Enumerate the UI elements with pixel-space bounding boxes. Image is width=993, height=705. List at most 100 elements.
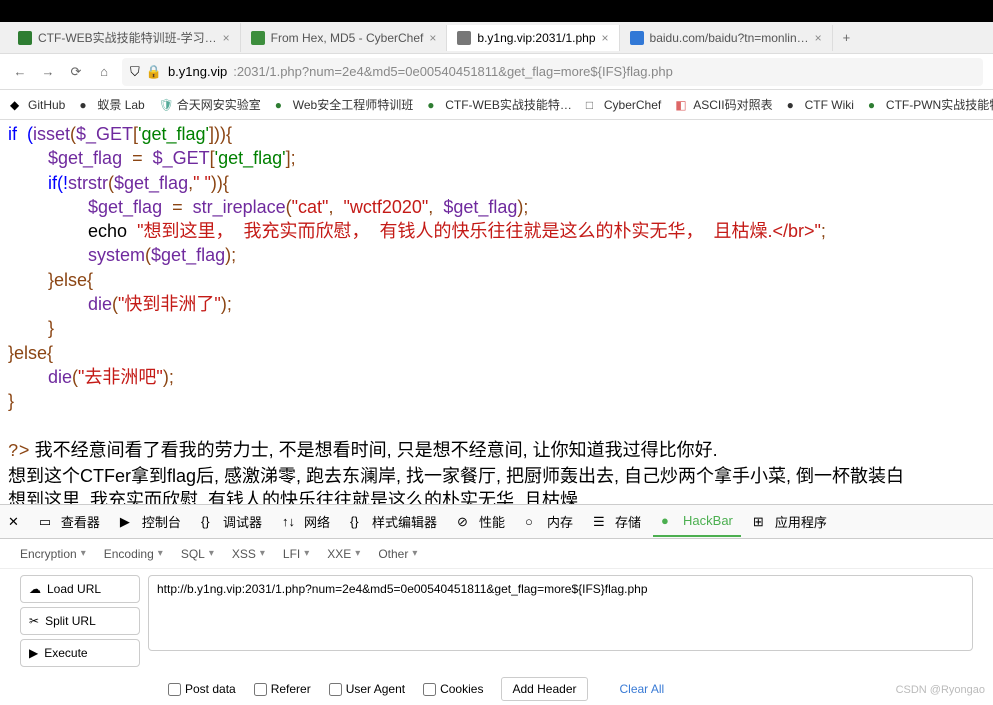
hackbar-menu-lfi[interactable]: LFI (283, 547, 309, 561)
bookmark-icon: ● (787, 98, 801, 112)
bookmark-icon: ◆ (10, 98, 24, 112)
hackbar-check-cookies[interactable]: Cookies (423, 682, 483, 696)
hackbar-menu-xxe[interactable]: XXE (327, 547, 360, 561)
bookmark-icon: ◧ (675, 98, 689, 112)
url-bar[interactable]: ⛉ 🔒 b.y1ng.vip:2031/1.php?num=2e4&md5=0e… (122, 58, 983, 86)
bookmark-label: CTF-PWN实战技能特… (886, 96, 993, 113)
devtools-tab[interactable]: ↑↓ 网络 (274, 506, 338, 537)
devtools-tab-icon: ⊞ (753, 514, 769, 530)
bookmark-label: CyberChef (604, 98, 661, 112)
devtools-tab-icon: ● (661, 513, 677, 529)
hackbar-check-user-agent[interactable]: User Agent (329, 682, 405, 696)
execute-button[interactable]: ▶Execute (20, 639, 140, 667)
bookmark-icon: ● (79, 98, 93, 112)
devtools-tab[interactable]: {} 样式编辑器 (342, 506, 445, 537)
bookmark-item[interactable]: ●CTF Wiki (787, 98, 854, 112)
source-code: if (isset($_GET['get_flag'])){ $get_flag… (8, 122, 985, 438)
devtools-tab-label: 网络 (304, 512, 330, 531)
devtools-tab-icon: {} (201, 514, 217, 530)
bookmark-icon: 🛡 (159, 98, 173, 112)
tab-favicon-icon (18, 31, 32, 45)
new-tab-button[interactable]: + (833, 30, 861, 45)
lock-icon: 🔒 (146, 64, 162, 80)
devtools-tabs: ✕ ▭查看器 ▶ 控制台 {}调试器 ↑↓ 网络 {} 样式编辑器 ⊘性能○内存☰存储 ● HackB… (0, 505, 993, 539)
forward-button[interactable]: → (38, 62, 58, 82)
tab-close-icon[interactable]: × (602, 31, 609, 45)
play-icon: ▶ (29, 646, 38, 660)
checkbox-label: User Agent (346, 682, 405, 696)
bookmark-item[interactable]: ● CTF-WEB实战技能特… (427, 96, 572, 113)
browser-tab[interactable]: CTF-WEB实战技能特训班-学习… × (8, 23, 241, 52)
devtools-tab-icon: {} (350, 514, 366, 530)
bookmark-label: Web安全工程师特训班 (293, 96, 413, 113)
checkbox[interactable] (254, 683, 267, 696)
reload-button[interactable]: ⟳ (66, 62, 86, 82)
devtools-tab[interactable]: {}调试器 (193, 506, 270, 537)
bookmark-item[interactable]: ●Web安全工程师特训班 (275, 96, 413, 113)
shield-icon: ⛉ (130, 64, 140, 80)
tab-favicon-icon (457, 31, 471, 45)
tab-favicon-icon (630, 31, 644, 45)
hackbar-menu-other[interactable]: Other (378, 547, 417, 561)
page-content: if (isset($_GET['get_flag'])){ $get_flag… (0, 120, 993, 539)
bookmark-item[interactable]: ◧ASCII码对照表 (675, 96, 772, 113)
devtools-tab-label: HackBar (683, 513, 733, 528)
hackbar-menu-sql[interactable]: SQL (181, 547, 214, 561)
tab-close-icon[interactable]: × (815, 31, 822, 45)
devtools-tab[interactable]: ● HackBar (653, 507, 741, 537)
devtools-close-icon[interactable]: ✕ (8, 514, 19, 530)
devtools-tab[interactable]: ▭查看器 (31, 506, 108, 537)
bookmarks-bar: ◆GitHub●蚁景 Lab🛡合天网安实验室●Web安全工程师特训班●CTF-W… (0, 90, 993, 120)
devtools-tab-label: 控制台 (142, 512, 181, 531)
bookmark-item[interactable]: 🛡 合天网安实验室 (159, 96, 261, 113)
split-url-button[interactable]: ✂Split URL (20, 607, 140, 635)
tab-label: CTF-WEB实战技能特训班-学习… (38, 29, 217, 46)
browser-tab[interactable]: b.y1ng.vip:2031/1.php × (447, 25, 619, 51)
browser-tab[interactable]: baidu.com/baidu?tn=monlin…× (620, 25, 833, 51)
devtools-tab[interactable]: ☰存储 (585, 506, 649, 537)
hackbar-check-post-data[interactable]: Post data (168, 682, 236, 696)
devtools-tab[interactable]: ○内存 (517, 506, 581, 537)
bookmark-label: CTF-WEB实战技能特… (445, 96, 572, 113)
hackbar-menu-xss[interactable]: XSS (232, 547, 265, 561)
devtools-tab[interactable]: ▶ 控制台 (112, 506, 189, 537)
tab-favicon-icon (251, 31, 265, 45)
bookmark-icon: ● (427, 98, 441, 112)
checkbox[interactable] (329, 683, 342, 696)
checkbox[interactable] (168, 683, 181, 696)
devtools-tab[interactable]: ⊞ 应用程序 (745, 506, 835, 537)
load-url-button[interactable]: ☁Load URL (20, 575, 140, 603)
devtools-tab-icon: ↑↓ (282, 514, 298, 530)
devtools-tab-label: 应用程序 (775, 512, 827, 531)
bookmark-label: 合天网安实验室 (177, 96, 261, 113)
add-header-button[interactable]: Add Header (501, 677, 587, 701)
bookmark-item[interactable]: ●蚁景 Lab (79, 96, 144, 113)
hackbar-url-input[interactable]: http://b.y1ng.vip:2031/1.php?num=2e4&md5… (148, 575, 973, 651)
devtools-tab-label: 内存 (547, 512, 573, 531)
back-button[interactable]: ← (10, 62, 30, 82)
hackbar-menu-encoding[interactable]: Encoding (104, 547, 163, 561)
checkbox[interactable] (423, 683, 436, 696)
bookmark-item[interactable]: □CyberChef (586, 98, 661, 112)
bookmark-item[interactable]: ◆ GitHub (10, 98, 65, 112)
devtools-tab-icon: ▶ (120, 514, 136, 530)
hackbar-check-referer[interactable]: Referer (254, 682, 311, 696)
browser-tab[interactable]: From Hex, MD5 - CyberChef × (241, 25, 448, 51)
bookmark-icon: ● (868, 98, 882, 112)
bookmark-item[interactable]: ● CTF-PWN实战技能特… (868, 96, 993, 113)
checkbox-label: Cookies (440, 682, 483, 696)
tab-label: From Hex, MD5 - CyberChef (271, 31, 424, 45)
devtools-tab-icon: ▭ (39, 514, 55, 530)
devtools-tab-label: 样式编辑器 (372, 512, 437, 531)
tab-close-icon[interactable]: × (429, 31, 436, 45)
devtools-tab-label: 存储 (615, 512, 641, 531)
tab-close-icon[interactable]: × (223, 31, 230, 45)
tab-label: b.y1ng.vip:2031/1.php (477, 31, 595, 45)
scissors-icon: ✂ (29, 614, 39, 628)
cloud-icon: ☁ (29, 582, 41, 596)
hackbar-menu-encryption[interactable]: Encryption (20, 547, 86, 561)
devtools-tab[interactable]: ⊘性能 (449, 506, 513, 537)
bookmark-label: GitHub (28, 98, 65, 112)
clear-all-link[interactable]: Clear All (620, 682, 665, 696)
home-button[interactable]: ⌂ (94, 62, 114, 82)
